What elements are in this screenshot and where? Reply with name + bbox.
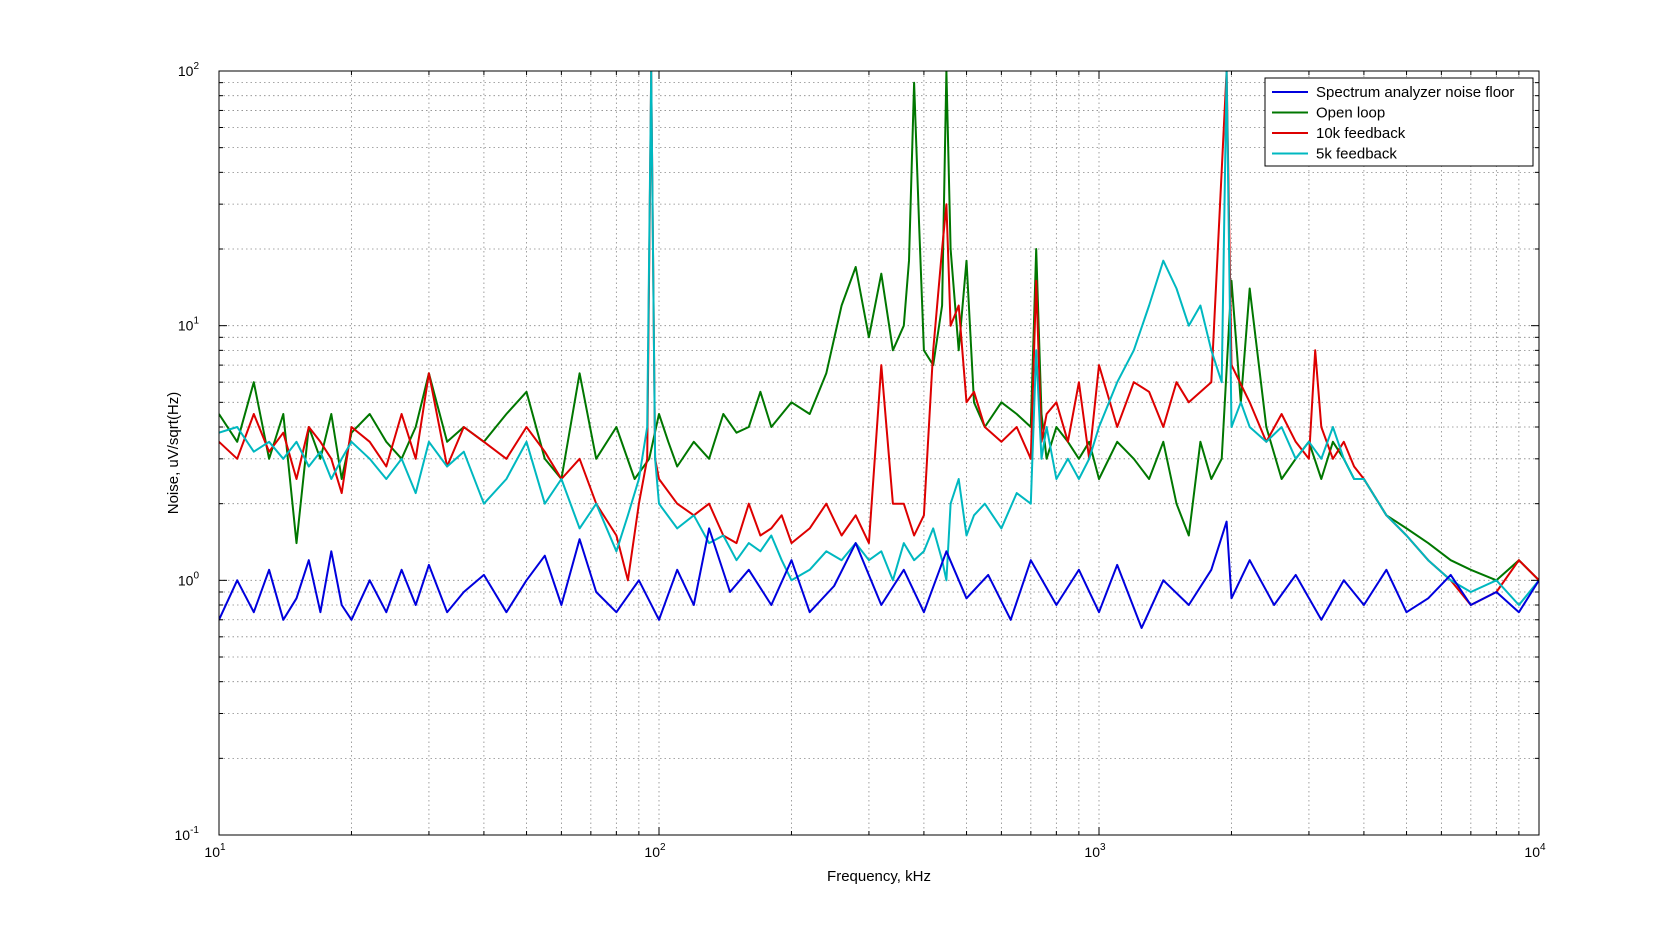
y-axis-title: Noise, uV/sqrt(Hz) bbox=[165, 392, 182, 515]
x-tick-label: 104 bbox=[1524, 842, 1546, 860]
x-tick-label: 102 bbox=[644, 842, 666, 860]
legend-label: Spectrum analyzer noise floor bbox=[1316, 84, 1514, 101]
legend-label: 10k feedback bbox=[1316, 125, 1406, 142]
y-tick-label: 102 bbox=[178, 61, 200, 79]
y-tick-label: 100 bbox=[178, 570, 200, 588]
legend: Spectrum analyzer noise floor Open loop 10… bbox=[1264, 77, 1534, 167]
legend-label: 5k feedback bbox=[1316, 146, 1397, 163]
x-tick-label: 101 bbox=[204, 842, 226, 860]
x-axis-title: Frequency, kHz bbox=[827, 868, 931, 885]
legend-label: Open loop bbox=[1316, 105, 1385, 122]
y-tick-label: 101 bbox=[178, 316, 200, 334]
noise-spectrum-chart: 101 102 103 104 10-1 100 101 102 Frequency, kH… bbox=[165, 61, 1546, 885]
x-tick-labels: 101 102 103 104 bbox=[204, 842, 1546, 860]
y-tick-label: 10-1 bbox=[175, 825, 200, 843]
x-tick-label: 103 bbox=[1084, 842, 1106, 860]
